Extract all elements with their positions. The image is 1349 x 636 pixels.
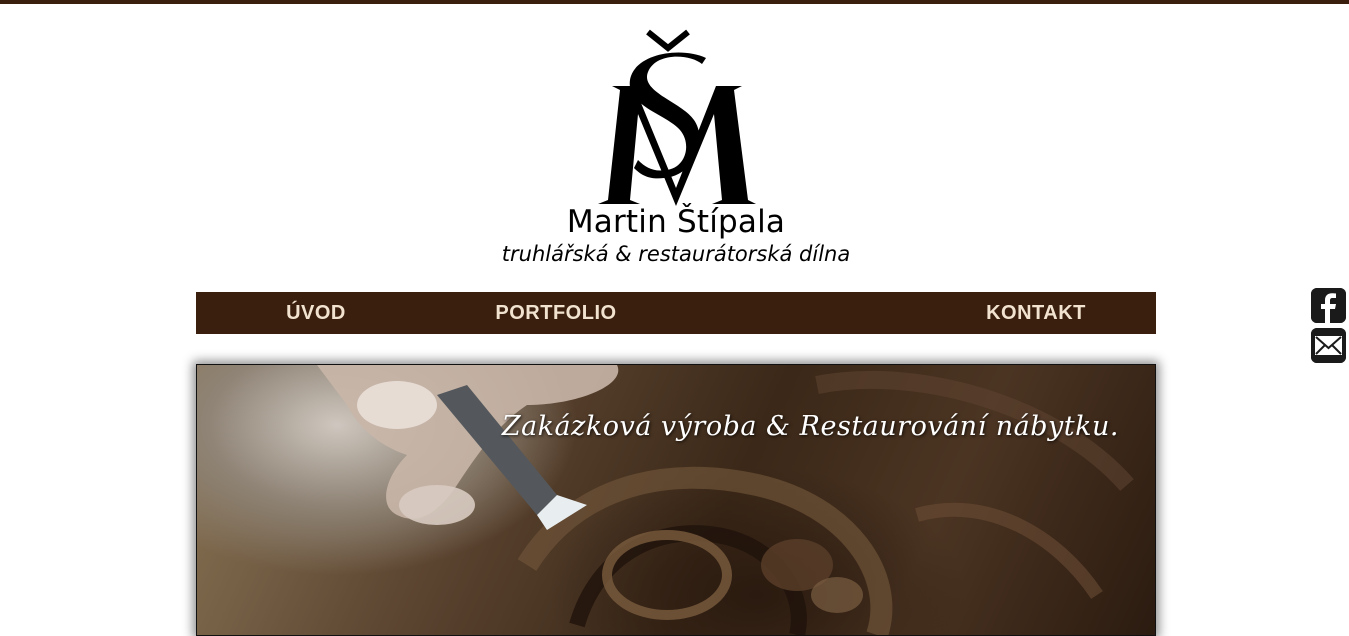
email-link[interactable] xyxy=(1311,328,1346,363)
facebook-icon xyxy=(1311,288,1346,323)
nav-item-uvod[interactable]: ÚVOD xyxy=(196,292,436,334)
envelope-icon xyxy=(1311,328,1346,363)
nav-item-kontakt[interactable]: KONTAKT xyxy=(916,292,1156,334)
logo-name-text: Martin Štípala xyxy=(566,204,786,240)
main-navigation: ÚVOD PORTFOLIO KONTAKT xyxy=(196,292,1156,334)
logo-tagline-text: truhlářská & restaurátorská dílna xyxy=(501,242,851,266)
nav-item-portfolio[interactable]: PORTFOLIO xyxy=(436,292,676,334)
hero-carving-illustration xyxy=(317,365,1134,635)
top-accent-bar xyxy=(0,0,1349,4)
hero-caption: Zakázková výroba & Restaurování nábytku. xyxy=(501,411,1119,442)
site-logo[interactable]: Martin Štípala truhlářská & restaurátors… xyxy=(490,28,862,272)
facebook-link[interactable] xyxy=(1311,288,1346,323)
monogram-logo-mark xyxy=(598,29,756,206)
hero-banner-image: Zakázková výroba & Restaurování nábytku. xyxy=(196,364,1156,636)
